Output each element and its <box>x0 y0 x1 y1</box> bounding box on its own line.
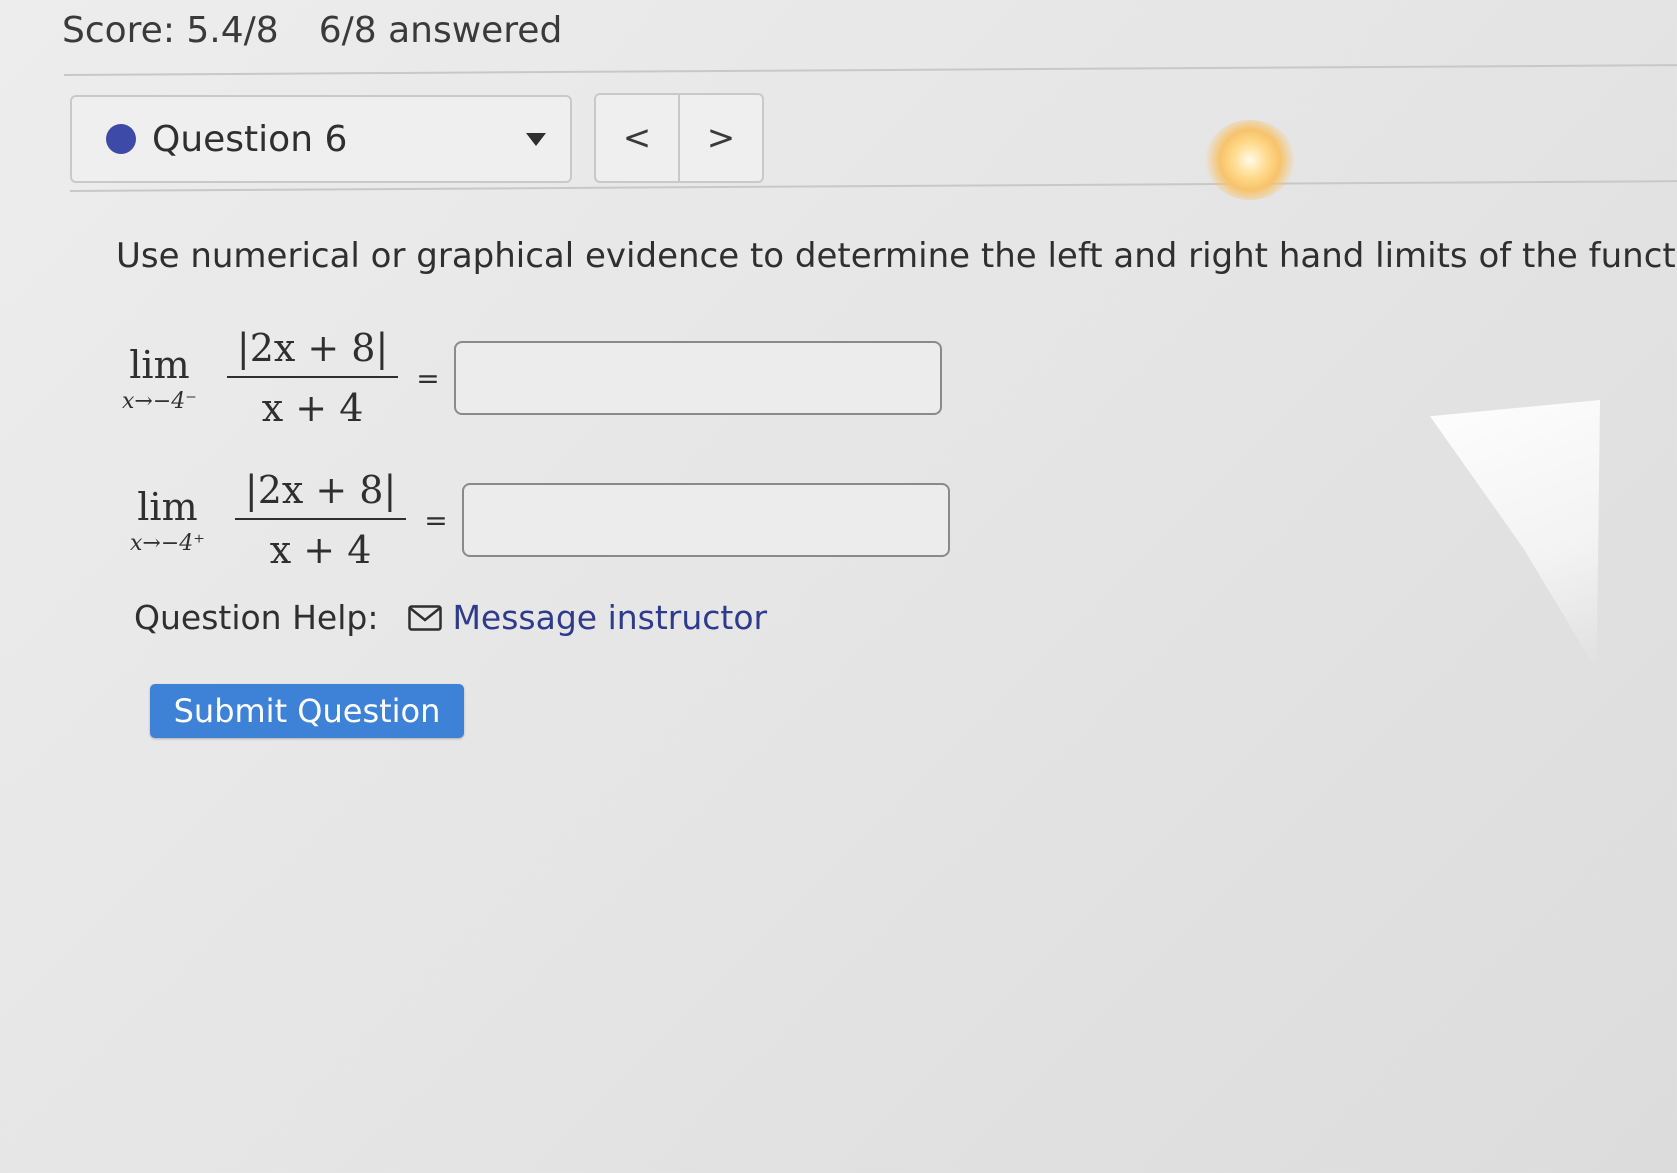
limit-operator: lim x→−4⁻ <box>122 343 197 414</box>
fraction-denominator: x + 4 <box>269 528 372 572</box>
screen-reflection <box>1430 400 1600 670</box>
equals-sign: = <box>416 361 440 395</box>
fraction-numerator: |2x + 8| <box>234 468 407 520</box>
question-dropdown-label: Question 6 <box>152 118 348 160</box>
limit-operator: lim x→−4⁺ <box>130 485 205 556</box>
lim-word: lim <box>137 484 198 529</box>
score-bar: Score: 5.4/8 6/8 answered <box>62 10 562 51</box>
limit-fraction: |2x + 8| x + 4 <box>234 468 407 572</box>
header-divider <box>63 64 1677 76</box>
next-question-button[interactable]: > <box>680 95 762 181</box>
limit-fraction: |2x + 8| x + 4 <box>226 326 399 430</box>
envelope-icon <box>408 604 443 631</box>
left-limit-answer-input[interactable] <box>453 341 942 415</box>
score-text: Score: 5.4/8 <box>62 10 279 51</box>
quiz-page: Score: 5.4/8 6/8 answered Question 6 < > … <box>0 0 1677 1173</box>
question-dropdown[interactable]: Question 6 <box>70 95 572 183</box>
right-limit-answer-input[interactable] <box>461 483 950 557</box>
fraction-denominator: x + 4 <box>261 386 364 430</box>
question-status-dot <box>106 124 136 154</box>
chevron-right-icon: > <box>706 118 736 158</box>
equals-sign: = <box>424 503 448 537</box>
message-instructor-link[interactable]: Message instructor <box>452 598 767 637</box>
caret-down-icon <box>526 132 546 146</box>
limit-left: lim x→−4⁻ |2x + 8| x + 4 = <box>122 326 942 430</box>
submit-question-button[interactable]: Submit Question <box>150 684 464 738</box>
limit-right: lim x→−4⁺ |2x + 8| x + 4 = <box>130 468 950 572</box>
previous-question-button[interactable]: < <box>596 95 680 181</box>
question-nav-buttons: < > <box>594 93 764 183</box>
question-prompt: Use numerical or graphical evidence to d… <box>116 236 1677 276</box>
lim-subscript: x→−4⁺ <box>130 530 205 556</box>
lim-word: lim <box>129 342 190 387</box>
chevron-left-icon: < <box>622 118 652 158</box>
question-help: Question Help: Message instructor <box>134 598 767 637</box>
answered-count: 6/8 answered <box>318 10 563 51</box>
fraction-numerator: |2x + 8| <box>226 326 399 378</box>
question-help-label: Question Help: <box>134 598 379 637</box>
lim-subscript: x→−4⁻ <box>122 388 197 414</box>
light-glare <box>1205 120 1295 200</box>
